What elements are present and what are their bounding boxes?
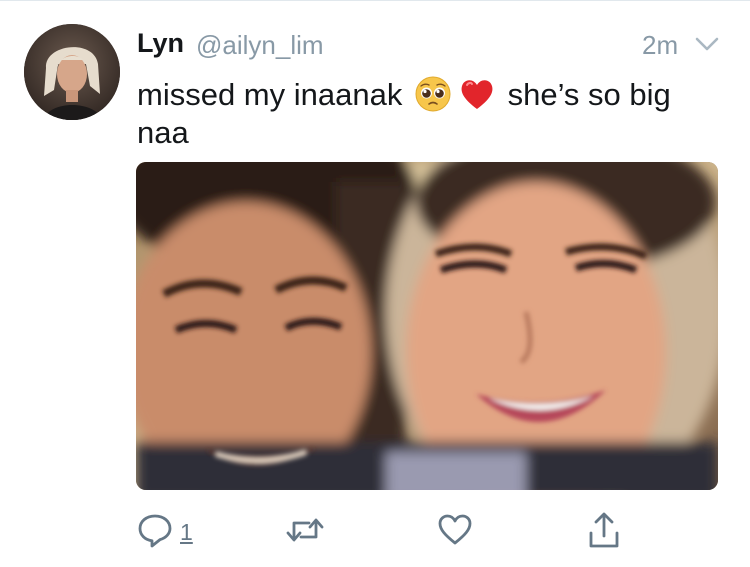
tweet-text-part1: missed my inaanak bbox=[137, 77, 403, 112]
tweet-text-part2: she’s so big bbox=[507, 77, 671, 112]
retweet-button[interactable] bbox=[285, 508, 325, 552]
reply-count[interactable]: 1 bbox=[180, 519, 193, 546]
author-handle[interactable]: @ailyn_lim bbox=[196, 30, 324, 61]
reply-button[interactable]: 1 bbox=[136, 508, 193, 552]
tweet-photo[interactable] bbox=[136, 162, 718, 490]
share-button[interactable] bbox=[587, 508, 621, 552]
tweet-text: missed my inaanak she’s so big naa bbox=[137, 76, 717, 152]
tweet-timestamp[interactable]: 2m bbox=[642, 30, 678, 61]
top-divider bbox=[0, 0, 750, 1]
like-button[interactable] bbox=[437, 508, 473, 552]
reply-icon bbox=[136, 511, 174, 549]
tweet-text-line2: naa bbox=[137, 115, 189, 150]
author-name[interactable]: Lyn bbox=[137, 28, 184, 59]
author-avatar[interactable] bbox=[24, 24, 120, 120]
red-heart-emoji bbox=[459, 76, 495, 112]
chevron-down-icon[interactable] bbox=[694, 34, 720, 54]
pleading-face-emoji bbox=[415, 76, 451, 112]
share-icon bbox=[587, 511, 621, 549]
heart-icon bbox=[437, 512, 473, 548]
retweet-icon bbox=[285, 511, 325, 549]
tweet-actions: 1 bbox=[0, 508, 750, 558]
